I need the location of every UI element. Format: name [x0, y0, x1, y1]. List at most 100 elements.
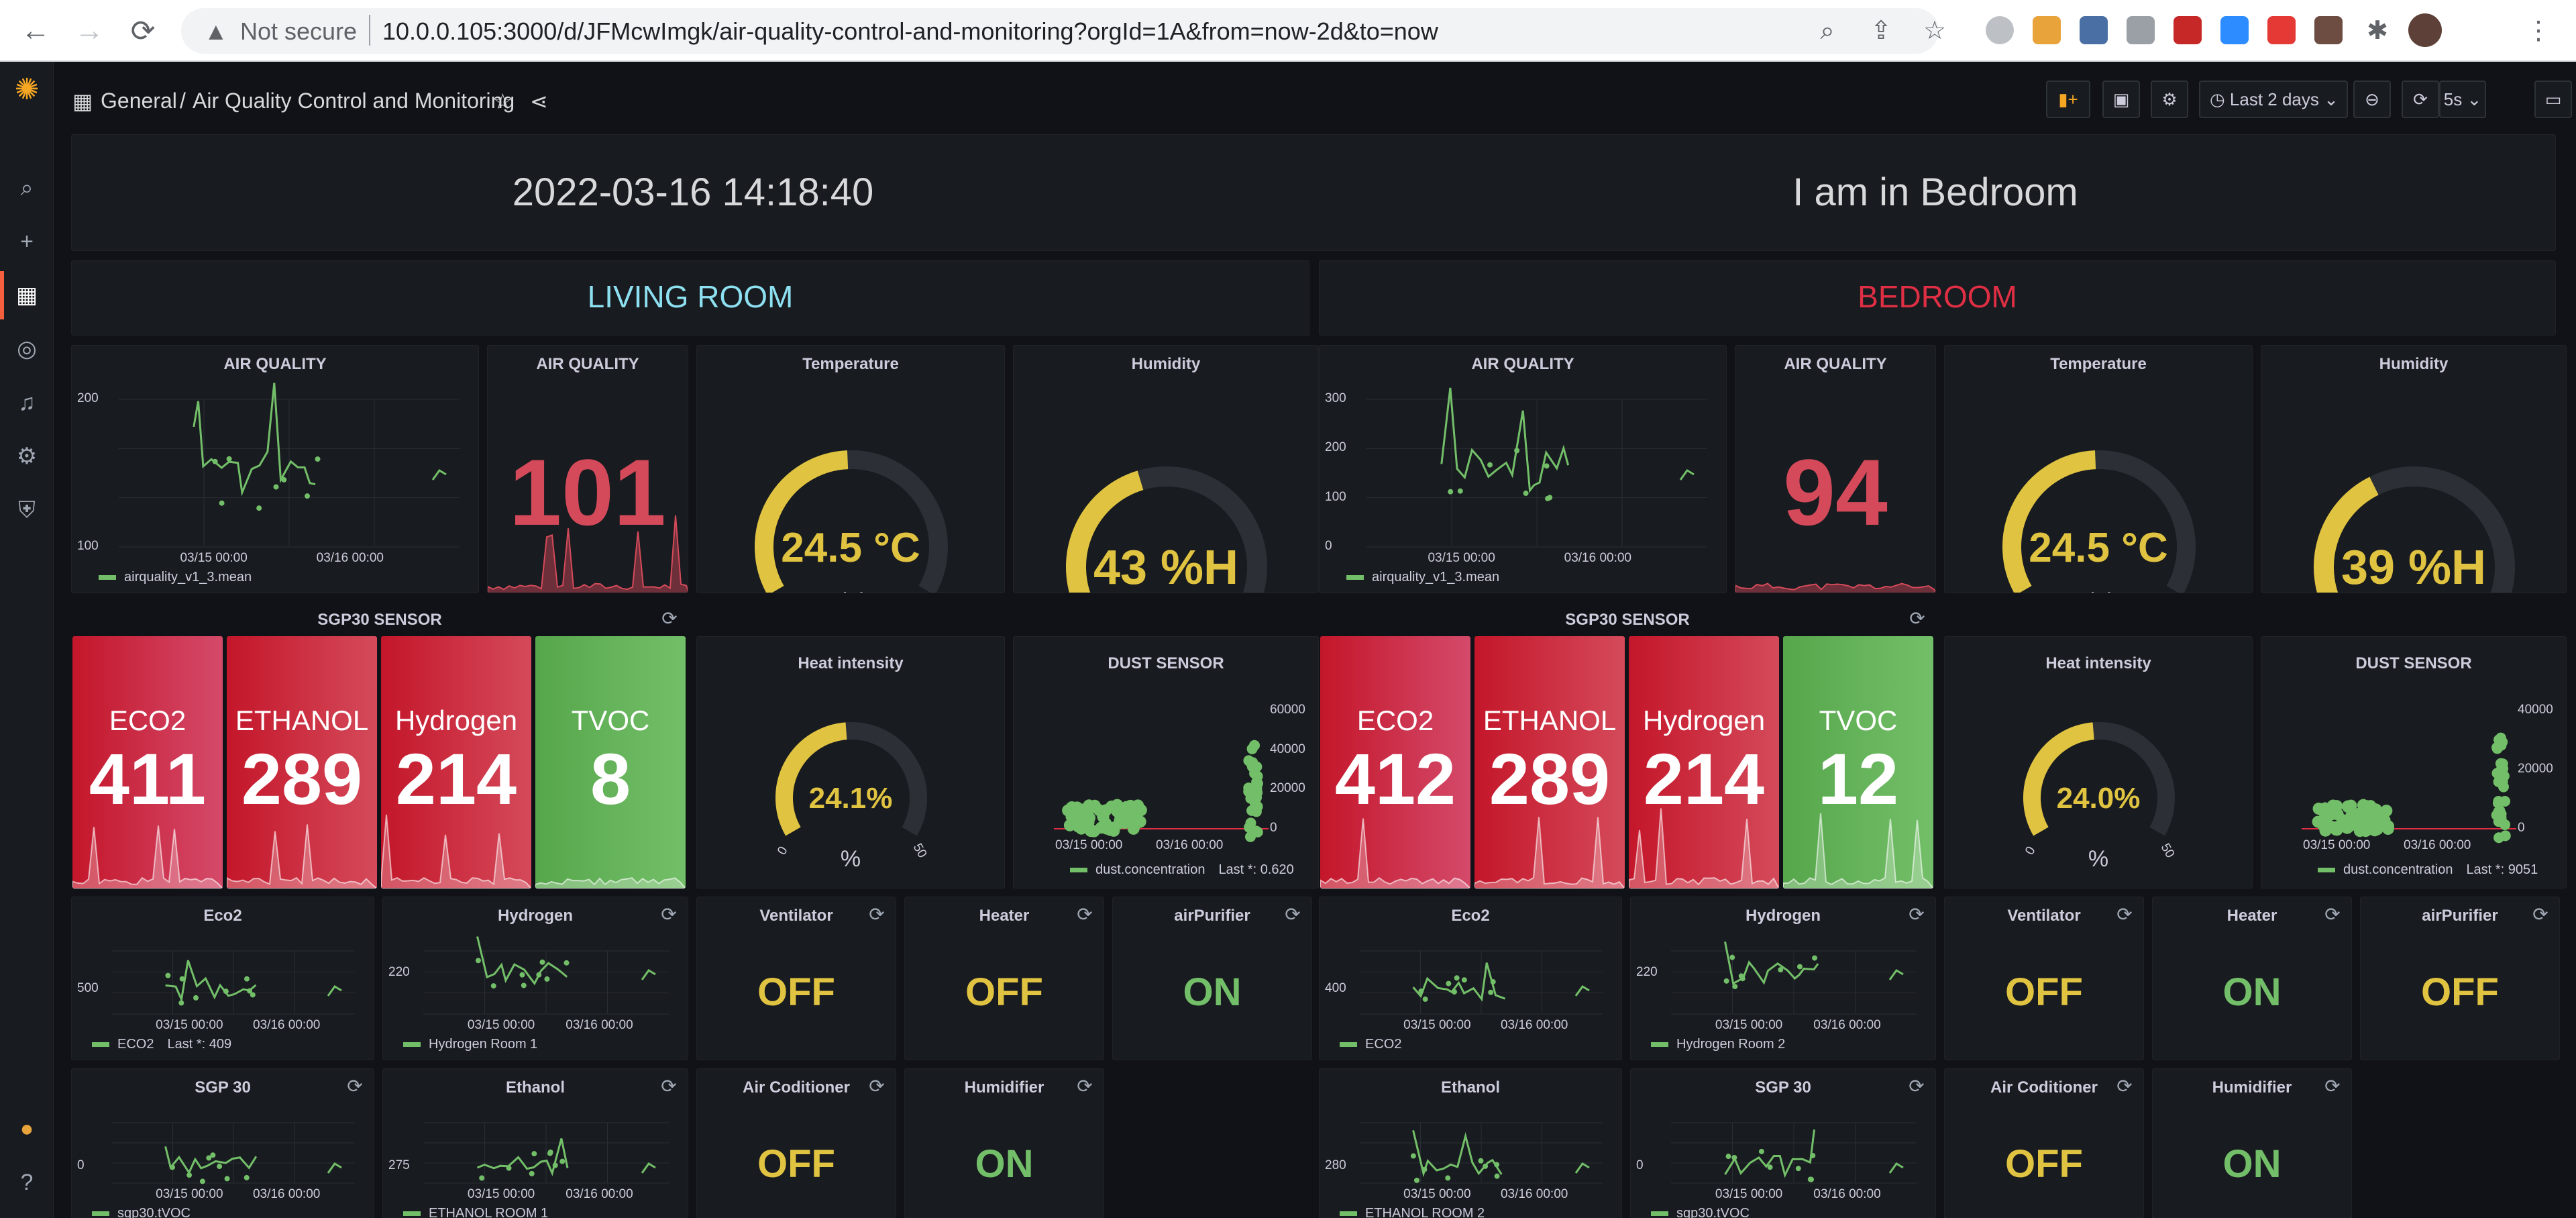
- legend-label: ECO2: [1365, 1037, 1402, 1052]
- series-point: [1413, 1177, 1419, 1183]
- series-point: [1457, 488, 1463, 494]
- bedroom-humidity-panel: Humidity010039 %H: [2261, 345, 2567, 593]
- series-point: [1796, 964, 1803, 970]
- dust-point: [2382, 820, 2395, 833]
- y-tick-label: 0: [1636, 1158, 1644, 1172]
- air-quality-value: 94: [1783, 440, 1888, 545]
- refresh-icon[interactable]: ⟳: [2114, 904, 2135, 925]
- graph-plot: [1671, 1122, 1917, 1184]
- stat-value: 12: [1817, 738, 1899, 819]
- legend-label: airquality_v1_3.mean: [1372, 570, 1500, 585]
- legend-label: ETHANOL ROOM 2: [1365, 1206, 1485, 1218]
- refresh-icon[interactable]: ⟳: [1907, 608, 1928, 629]
- bedroom-air-quality-stat-panel: AIR QUALITY 94: [1735, 345, 1936, 593]
- series-line-tail: [1574, 1162, 1590, 1174]
- stat-label: ETHANOL: [1483, 705, 1617, 736]
- series-point: [1487, 462, 1493, 468]
- legend-last-value: Last *: 9051: [2466, 862, 2538, 877]
- series-point: [1807, 1176, 1813, 1182]
- series-point: [1446, 980, 1452, 986]
- stat-value: 289: [1489, 738, 1611, 819]
- bedroom-section: AIR QUALITY 300 200 100 0 03/15 00:00 03/16 00…: [0, 0, 2576, 1218]
- dust-point: [2350, 811, 2363, 824]
- y-tick-label: 220: [1636, 965, 1658, 979]
- humidifier-state[interactable]: ON: [2153, 1141, 2351, 1186]
- graph-legend[interactable]: Hydrogen Room 2: [1651, 1037, 1785, 1052]
- refresh-icon[interactable]: ⟳: [2322, 904, 2343, 925]
- x-tick-label: 03/15 00:00: [1403, 1018, 1471, 1032]
- legend-swatch: [1340, 1211, 1357, 1217]
- x-tick-label: 03/16 00:00: [1500, 1018, 1568, 1032]
- series-point: [1418, 988, 1424, 995]
- y-tick-label: 280: [1325, 1158, 1346, 1172]
- legend-label: Hydrogen Room 2: [1676, 1037, 1786, 1052]
- legend-swatch: [1651, 1042, 1668, 1048]
- graph-legend[interactable]: dust.concentration Last *: 9051: [2318, 862, 2538, 878]
- airpurifier-state[interactable]: OFF: [2361, 970, 2559, 1015]
- graph-plot: [1671, 942, 1917, 1015]
- dust-point: [2497, 736, 2508, 748]
- sparkline-area: [1320, 818, 1470, 889]
- series-line-tail: [1888, 1162, 1904, 1174]
- bedroom-sgp30-stat-ethanol: ETHANOL 289: [1474, 636, 1625, 889]
- bedroom-eco2-graph-panel: Eco2 400 03/15 00:00 03/16 00:00 ECO2: [1319, 897, 1622, 1060]
- y-tick-label: 300: [1325, 391, 1346, 405]
- refresh-icon[interactable]: ⟳: [2114, 1076, 2135, 1097]
- aircon-state[interactable]: OFF: [1945, 1141, 2143, 1186]
- panel-title: SGP30 SENSOR: [1565, 611, 1690, 629]
- series-point: [1810, 1152, 1816, 1158]
- sparkline-area: [1474, 817, 1625, 889]
- x-tick-label: 03/16 00:00: [1564, 551, 1631, 565]
- stat-label: ECO2: [1356, 705, 1434, 736]
- graph-legend[interactable]: ETHANOL ROOM 2: [1340, 1206, 1485, 1218]
- series-point: [1729, 954, 1735, 960]
- x-tick-label: 03/15 00:00: [1715, 1187, 1783, 1201]
- y-tick-label: 0: [1325, 539, 1332, 553]
- stat-value: 214: [1643, 738, 1765, 819]
- x-tick-label: 03/16 00:00: [2404, 838, 2471, 852]
- series-point: [1490, 979, 1496, 985]
- series-point: [1454, 975, 1460, 981]
- legend-label: sgp30.tVOC: [1676, 1206, 1750, 1218]
- bedroom-hydrogen-graph-panel: Hydrogen ⟳ 220 03/15 00:00 03/16 00:00 Hydrog…: [1630, 897, 1936, 1060]
- refresh-icon[interactable]: ⟳: [2322, 1076, 2343, 1097]
- x-tick-label: 03/15 00:00: [1715, 1018, 1783, 1032]
- bedroom-aircon-switch-panel: Air Coditioner ⟳ OFF: [1944, 1068, 2144, 1218]
- dust-point: [2368, 824, 2381, 837]
- graph-legend[interactable]: airquality_v1_3.mean: [1346, 570, 1499, 585]
- dust-point: [2331, 808, 2344, 821]
- legend-swatch: [1340, 1042, 1357, 1048]
- series-point: [1739, 976, 1746, 982]
- bedroom-sgp30-stat-hydrogen: Hydrogen 214: [1629, 636, 1779, 889]
- bedroom-air-quality-graph-panel: AIR QUALITY 300 200 100 0 03/15 00:00 03/16 00…: [1319, 345, 1727, 593]
- y-tick-label: 200: [1325, 440, 1346, 455]
- heater-state[interactable]: ON: [2153, 970, 2351, 1015]
- series-point: [1488, 989, 1494, 995]
- gauge-arc: [2002, 450, 2196, 593]
- series-point: [1448, 489, 1454, 495]
- series-point: [1494, 1162, 1500, 1168]
- series-point: [1451, 988, 1457, 995]
- legend-swatch: [1346, 575, 1364, 580]
- refresh-icon[interactable]: ⟳: [2530, 904, 2551, 925]
- bedroom-ventilator-switch-panel: Ventilator ⟳ OFF: [1944, 897, 2144, 1060]
- gauge-unit: %: [2088, 846, 2109, 872]
- graph-legend[interactable]: sgp30.tVOC: [1651, 1206, 1750, 1218]
- gauge-arc: [2314, 466, 2515, 593]
- dust-point: [2317, 816, 2330, 829]
- bedroom-airpurifier-switch-panel: airPurifier ⟳ OFF: [2360, 897, 2560, 1060]
- ventilator-state[interactable]: OFF: [1945, 970, 2143, 1015]
- graph-legend[interactable]: ECO2: [1340, 1037, 1401, 1052]
- y-tick-label: 0: [2518, 821, 2525, 835]
- legend-swatch: [1651, 1211, 1668, 1217]
- dust-point: [2492, 797, 2504, 809]
- series-line-tail: [1679, 469, 1695, 480]
- y-tick-label: 40000: [2518, 703, 2553, 717]
- series-point: [1523, 491, 1529, 497]
- dust-point: [2364, 800, 2377, 813]
- x-tick-label: 03/16 00:00: [1500, 1187, 1568, 1201]
- gauge-value: 24.5 °C: [2029, 524, 2168, 571]
- series-point: [1544, 463, 1550, 469]
- dust-point: [2498, 770, 2510, 782]
- series-point: [1422, 996, 1428, 1002]
